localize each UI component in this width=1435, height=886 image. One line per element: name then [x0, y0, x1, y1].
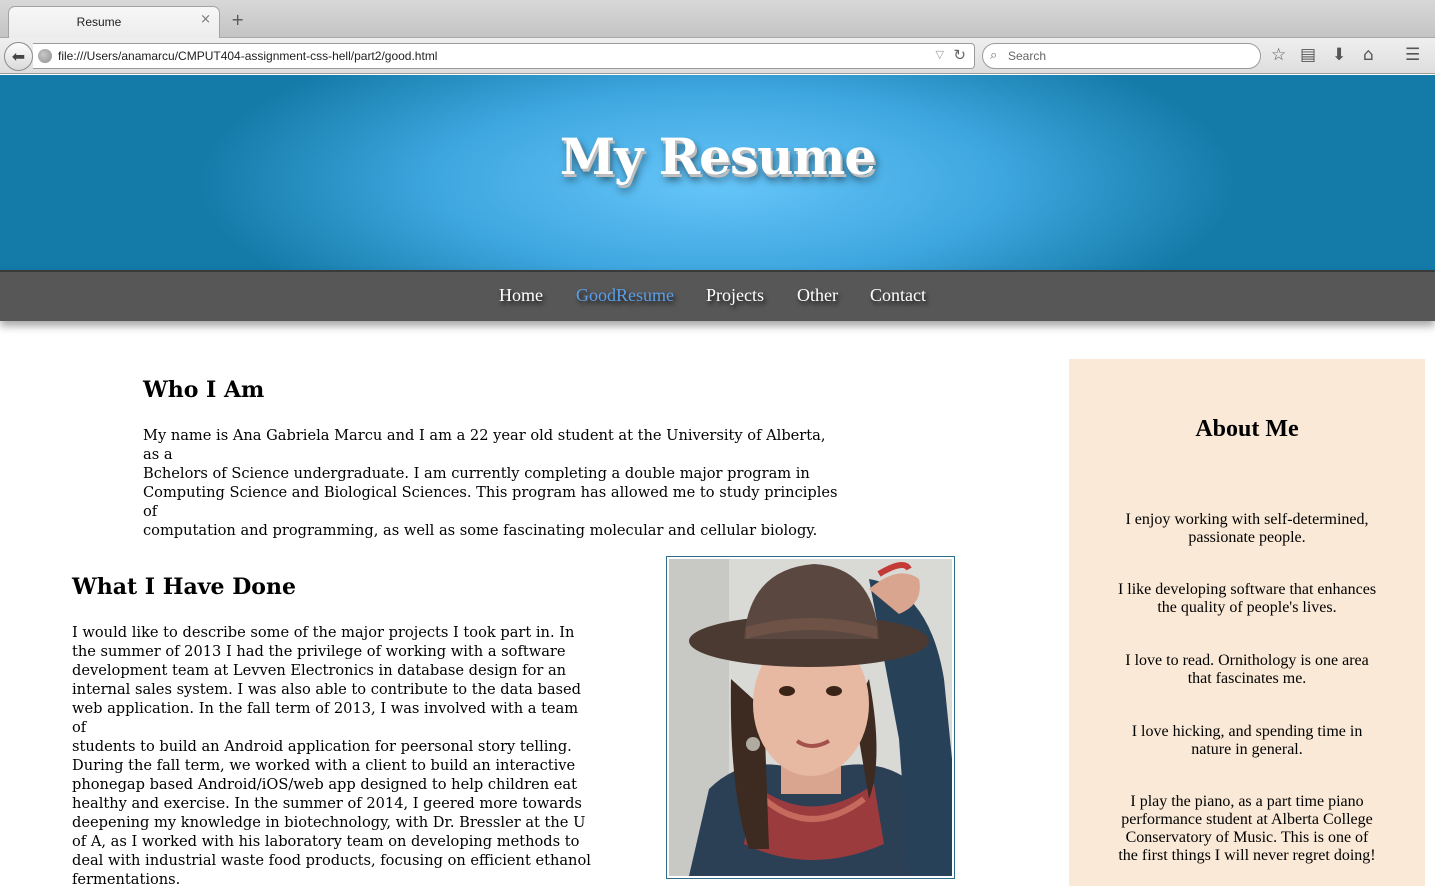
done-line: healthy and exercise. In the summer of 2…	[72, 795, 582, 812]
who-line: Computing Science and Biological Science…	[143, 484, 838, 520]
about-item-line: passionate people.	[1188, 529, 1306, 546]
new-tab-icon[interactable]: +	[231, 10, 244, 29]
about-item-line: performance student at Alberta College	[1121, 811, 1373, 828]
about-item-line: nature in general.	[1191, 741, 1303, 758]
back-button[interactable]: ⬅	[4, 42, 33, 71]
about-item-line: I love to read. Ornithology is one area	[1125, 652, 1369, 669]
about-item-line: the quality of people's lives.	[1157, 599, 1337, 616]
who-line: Bchelors of Science undergraduate. I am …	[143, 465, 810, 482]
who-line: My name is Ana Gabriela Marcu and I am a…	[143, 427, 826, 463]
bookmark-star-icon[interactable]: ☆	[1271, 45, 1286, 65]
done-line: During the fall term, we worked with a c…	[72, 757, 576, 774]
globe-icon	[38, 49, 52, 63]
done-line: web application. In the fall term of 201…	[72, 700, 579, 736]
nav-link-other[interactable]: Other	[797, 285, 838, 306]
done-paragraph: I would like to describe some of the maj…	[72, 623, 592, 886]
done-heading: What I Have Done	[72, 574, 296, 600]
nav-link-goodresume[interactable]: GoodResume	[576, 285, 674, 306]
who-heading: Who I Am	[143, 377, 265, 403]
menu-icon[interactable]: ☰	[1405, 45, 1420, 65]
profile-photo	[666, 556, 955, 879]
search-input[interactable]: ⌕ Search	[982, 43, 1261, 69]
about-heading: About Me	[1195, 416, 1299, 442]
about-item-line: I enjoy working with self-determined,	[1125, 511, 1369, 528]
tab-close-icon[interactable]: ×	[200, 12, 211, 27]
back-icon: ⬅	[11, 47, 26, 66]
about-item: I play the piano, as a part time piano p…	[1099, 793, 1395, 865]
reload-icon[interactable]: ↻	[953, 46, 966, 64]
done-line: phonegap based Android/iOS/web app desig…	[72, 776, 577, 793]
about-me-panel: About Me I enjoy working with self-deter…	[1069, 359, 1425, 886]
about-item: I love to read. Ornithology is one area …	[1099, 652, 1395, 688]
about-item: I love hicking, and spending time in nat…	[1099, 723, 1395, 759]
search-placeholder: Search	[1008, 49, 1047, 63]
done-line: fermentations.	[72, 871, 181, 886]
search-icon: ⌕	[990, 48, 998, 63]
about-item-line: I play the piano, as a part time piano	[1130, 793, 1364, 810]
home-icon[interactable]: ⌂	[1363, 45, 1374, 65]
portrait-image	[669, 559, 952, 876]
page-header: My Resume	[0, 75, 1435, 270]
about-item: I enjoy working with self-determined, pa…	[1099, 511, 1395, 547]
done-line: deepening my knowledge in biotechnology,…	[72, 814, 586, 831]
about-item-line: Conservatory of Music. This is one of	[1125, 829, 1369, 846]
nav-link-home[interactable]: Home	[499, 285, 543, 306]
done-line: of A, as I worked with his laboratory te…	[72, 833, 580, 850]
download-icon[interactable]: ⬇	[1332, 45, 1346, 65]
nav-link-contact[interactable]: Contact	[870, 285, 926, 306]
done-line: students to build an Android application…	[72, 738, 572, 755]
done-line: internal sales system. I was also able t…	[72, 681, 582, 698]
url-text[interactable]: file:///Users/anamarcu/CMPUT404-assignme…	[58, 49, 437, 63]
about-item: I like developing software that enhances…	[1099, 581, 1395, 617]
who-line: computation and programming, as well as …	[143, 522, 818, 539]
address-bar[interactable]: file:///Users/anamarcu/CMPUT404-assignme…	[33, 43, 975, 69]
nav-link-projects[interactable]: Projects	[706, 285, 764, 306]
reading-list-icon[interactable]: ▤	[1300, 45, 1316, 65]
tab-title: Resume	[76, 15, 122, 29]
done-line: I would like to describe some of the maj…	[72, 624, 575, 641]
browser-tab-bar: Resume × +	[0, 0, 1435, 39]
who-paragraph: My name is Ana Gabriela Marcu and I am a…	[143, 426, 843, 540]
about-item-line: I love hicking, and spending time in	[1131, 723, 1363, 740]
browser-tab[interactable]: Resume ×	[8, 6, 220, 39]
about-item-line: that fascinates me.	[1187, 670, 1307, 687]
done-line: the summer of 2013 I had the privilege o…	[72, 643, 566, 660]
main-nav: Home GoodResume Projects Other Contact	[0, 270, 1435, 321]
about-item-line: I like developing software that enhances	[1117, 581, 1377, 598]
done-line: deal with industrial waste food products…	[72, 852, 591, 869]
dropdown-icon[interactable]: ▽	[936, 48, 944, 61]
page-title: My Resume	[559, 127, 876, 186]
about-item-line: the first things I will never regret doi…	[1118, 847, 1376, 864]
done-line: development team at Levven Electronics i…	[72, 662, 567, 679]
browser-nav-bar: ⬅ file:///Users/anamarcu/CMPUT404-assign…	[0, 38, 1435, 74]
